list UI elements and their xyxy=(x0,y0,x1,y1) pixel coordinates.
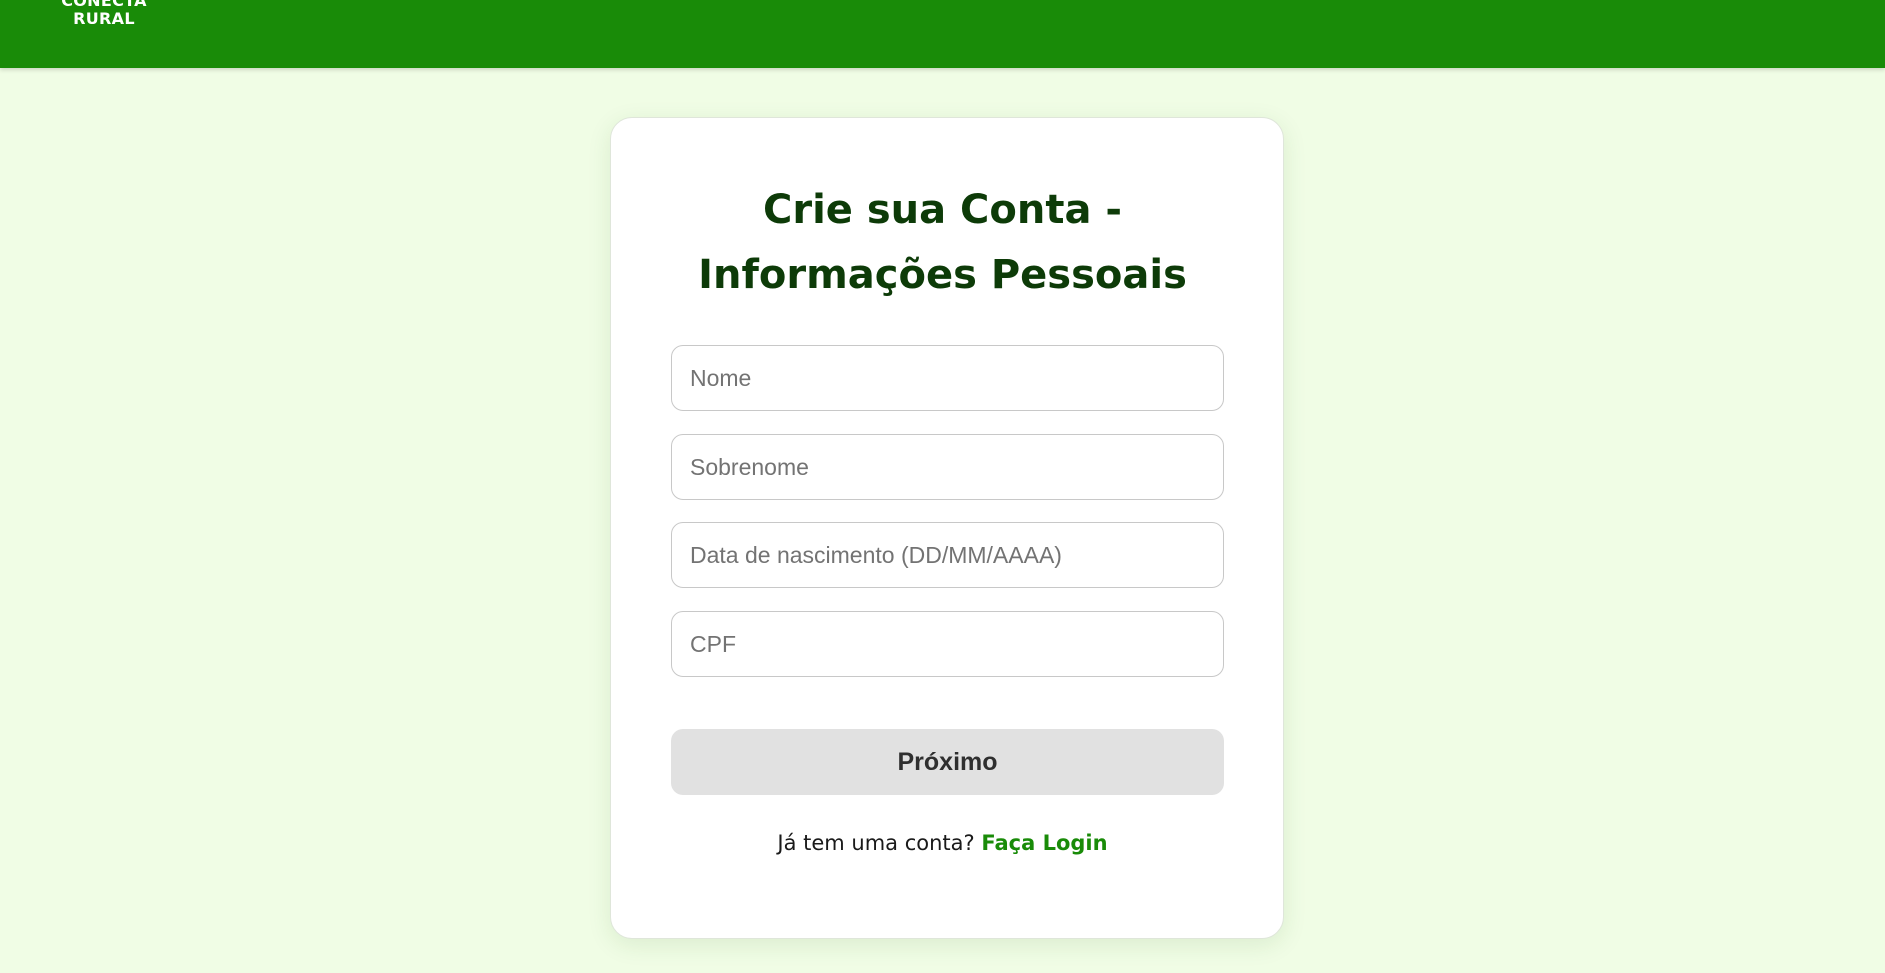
brand-line-2: RURAL xyxy=(73,9,135,28)
login-link[interactable]: Faça Login xyxy=(981,831,1107,855)
first-name-input[interactable] xyxy=(671,345,1224,411)
last-name-input[interactable] xyxy=(671,434,1224,500)
top-navbar: CONECTA RURAL xyxy=(0,0,1885,68)
login-prompt-line: Já tem uma conta? Faça Login xyxy=(0,828,1885,858)
page-title-line-1: Crie sua Conta - xyxy=(762,187,1122,233)
page-title: Crie sua Conta - Informações Pessoais xyxy=(0,178,1885,308)
brand-logo[interactable]: CONECTA RURAL xyxy=(54,0,154,28)
next-button[interactable]: Próximo xyxy=(671,729,1224,795)
login-prompt-text: Já tem uma conta? xyxy=(777,831,975,855)
birthdate-input[interactable] xyxy=(671,522,1224,588)
page-title-line-2: Informações Pessoais xyxy=(698,252,1187,298)
cpf-input[interactable] xyxy=(671,611,1224,677)
